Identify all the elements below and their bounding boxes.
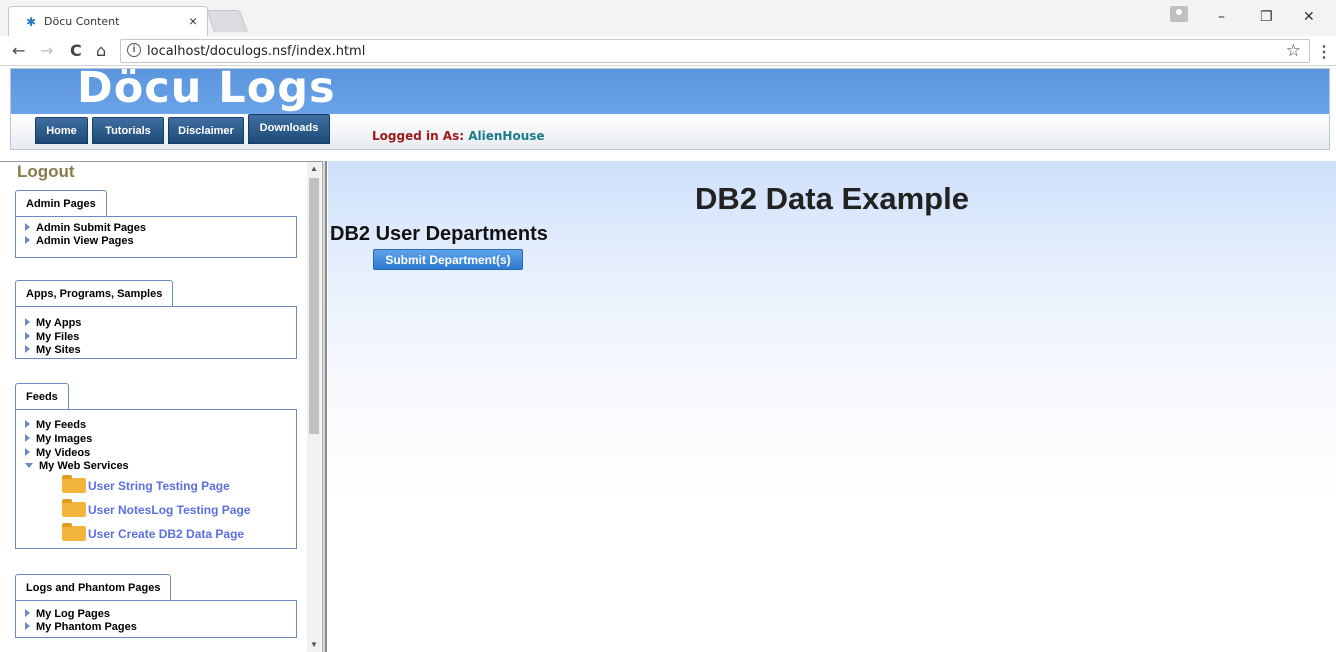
tree-item-my-images[interactable]: My Images	[25, 433, 92, 446]
folder-icon	[62, 523, 86, 541]
tree-item-my-videos[interactable]: My Videos	[25, 447, 90, 460]
nav-downloads[interactable]: Downloads	[248, 114, 330, 144]
expand-arrow-icon	[25, 448, 30, 456]
browser-tab[interactable]: ✱ Döcu Content ×	[8, 6, 208, 36]
tab-title: Döcu Content	[44, 15, 120, 28]
url-text[interactable]: localhost/doculogs.nsf/index.html	[147, 44, 365, 59]
link-user-string-testing-page[interactable]: User String Testing Page	[62, 475, 230, 495]
reload-icon[interactable]: C	[70, 41, 82, 60]
expand-arrow-icon	[25, 345, 30, 353]
tree-item-my-sites[interactable]: My Sites	[25, 344, 81, 357]
folder-icon	[62, 499, 86, 517]
expand-arrow-icon	[25, 236, 30, 244]
scroll-up-icon[interactable]: ▲	[310, 164, 318, 173]
section-tab-logs-phantom[interactable]: Logs and Phantom Pages	[15, 574, 172, 600]
tree-item-admin-view-pages[interactable]: Admin View Pages	[25, 235, 134, 248]
folder-icon	[62, 475, 86, 493]
expand-arrow-icon	[25, 609, 30, 617]
main-content: DB2 Data Example DB2 User Departments Su…	[328, 161, 1336, 652]
profile-icon[interactable]	[1170, 6, 1188, 22]
back-icon[interactable]: ←	[12, 41, 25, 60]
section-tab-feeds[interactable]: Feeds	[15, 383, 69, 409]
expand-arrow-icon	[25, 434, 30, 442]
nav-home[interactable]: Home	[35, 117, 88, 144]
logout-link[interactable]: Logout	[17, 162, 75, 182]
tree-item-my-log-pages[interactable]: My Log Pages	[25, 608, 110, 621]
favicon-icon: ✱	[26, 15, 37, 29]
tree-item-my-web-services[interactable]: My Web Services	[25, 460, 129, 473]
collapse-arrow-icon	[25, 463, 33, 468]
logged-in-status: Logged in As: AlienHouse	[372, 129, 545, 143]
tree-item-my-files[interactable]: My Files	[25, 331, 79, 344]
sidebar-scrollbar[interactable]: ▲ ▼	[307, 162, 321, 652]
expand-arrow-icon	[25, 622, 30, 630]
page-title: DB2 Data Example	[695, 181, 969, 216]
section-tab-admin-pages[interactable]: Admin Pages	[15, 190, 107, 216]
logged-in-label: Logged in As:	[372, 129, 465, 143]
nav-disclaimer[interactable]: Disclaimer	[168, 117, 244, 144]
scroll-down-icon[interactable]: ▼	[310, 640, 318, 649]
expand-arrow-icon	[25, 223, 30, 231]
new-tab-button[interactable]	[205, 10, 249, 32]
expand-arrow-icon	[25, 332, 30, 340]
sidebar: Logout Admin Pages Admin Submit Pages Ad…	[0, 161, 322, 652]
expand-arrow-icon	[25, 420, 30, 428]
forward-icon[interactable]: →	[40, 41, 53, 60]
tree-item-my-feeds[interactable]: My Feeds	[25, 419, 86, 432]
banner-top: Döcu Logs	[11, 63, 1329, 114]
browser-toolbar: ← → C ⌂ i localhost/doculogs.nsf/index.h…	[0, 36, 1336, 66]
tree-item-my-phantom-pages[interactable]: My Phantom Pages	[25, 621, 137, 634]
scrollbar-thumb[interactable]	[309, 178, 319, 434]
browser-tab-bar: ✱ Döcu Content × – ❐ ✕	[0, 0, 1336, 36]
frame-splitter[interactable]	[322, 161, 327, 652]
address-bar[interactable]: i localhost/doculogs.nsf/index.html ☆	[120, 39, 1310, 63]
site-title: Döcu Logs	[77, 63, 336, 113]
logged-in-user: AlienHouse	[468, 129, 545, 143]
page: Döcu Logs Home Tutorials Disclaimer Down…	[0, 63, 1336, 652]
bookmark-star-icon[interactable]: ☆	[1286, 41, 1301, 61]
link-user-noteslog-testing-page[interactable]: User NotesLog Testing Page	[62, 499, 250, 519]
expand-arrow-icon	[25, 318, 30, 326]
tree-item-admin-submit-pages[interactable]: Admin Submit Pages	[25, 222, 146, 235]
tab-close-icon[interactable]: ×	[189, 13, 197, 29]
browser-menu-icon[interactable]: ⋮	[1316, 42, 1332, 62]
close-window-icon[interactable]: ✕	[1303, 9, 1315, 25]
section-heading: DB2 User Departments	[330, 223, 548, 245]
submit-departments-button[interactable]: Submit Department(s)	[373, 249, 523, 270]
link-user-create-db2-data-page[interactable]: User Create DB2 Data Page	[62, 523, 244, 543]
info-icon[interactable]: i	[127, 43, 141, 57]
home-icon[interactable]: ⌂	[96, 41, 106, 60]
restore-icon[interactable]: ❐	[1260, 9, 1273, 25]
minimize-icon[interactable]: –	[1218, 9, 1225, 25]
nav-tutorials[interactable]: Tutorials	[92, 117, 164, 144]
section-tab-apps[interactable]: Apps, Programs, Samples	[15, 280, 174, 306]
tree-item-my-apps[interactable]: My Apps	[25, 317, 81, 330]
